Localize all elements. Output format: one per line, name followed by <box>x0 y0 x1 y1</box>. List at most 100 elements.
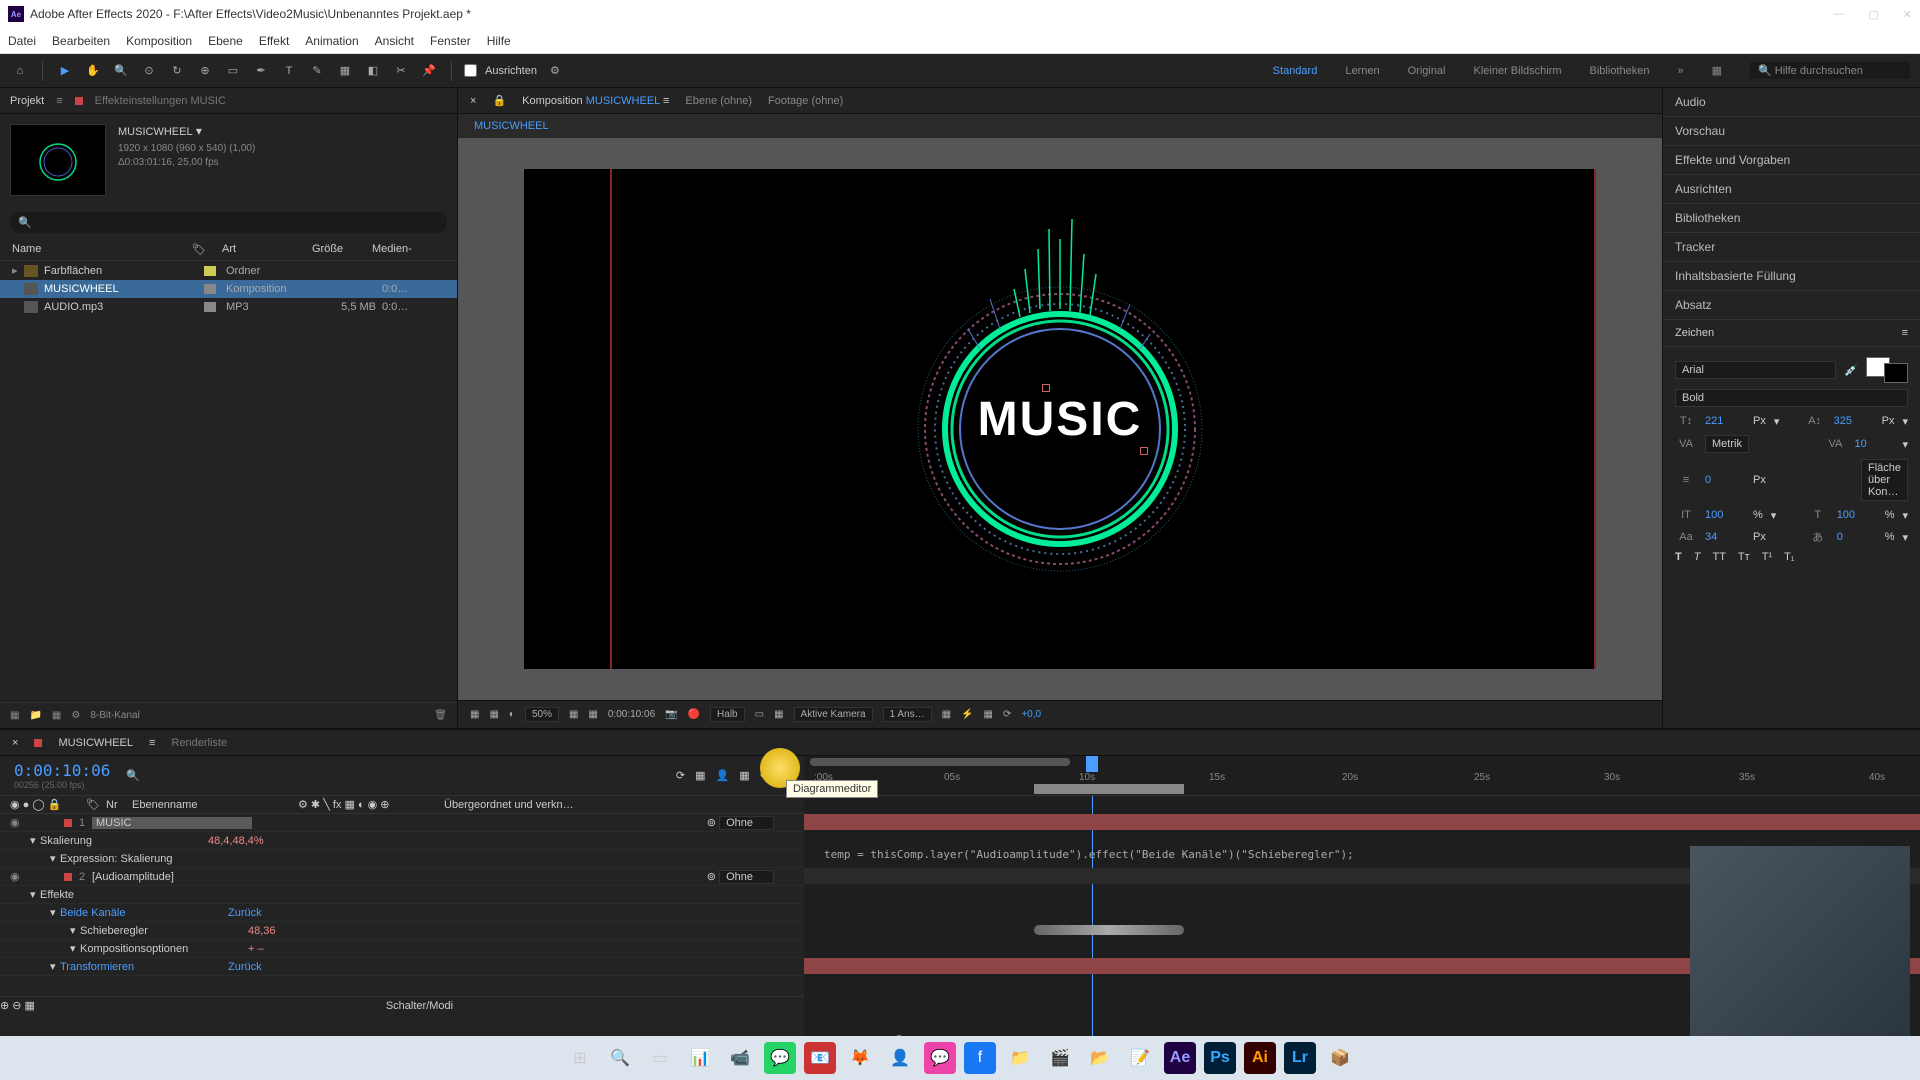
timeline-row[interactable]: ▾Beide KanäleZurück <box>0 904 804 922</box>
project-item[interactable]: MUSICWHEELKomposition0:0… <box>0 280 457 298</box>
panel-audio[interactable]: Audio <box>1663 88 1920 117</box>
grid-icon[interactable]: ▦ <box>569 709 578 720</box>
exposure[interactable]: +0,0 <box>1021 709 1041 720</box>
resolution-dropdown[interactable]: Halb <box>710 707 745 722</box>
stroke-width-input[interactable]: 0 <box>1705 474 1745 486</box>
new-comp-icon[interactable]: ▦ <box>52 710 61 721</box>
pen-tool-icon[interactable]: ✒ <box>251 61 271 81</box>
timeline-row[interactable]: ▾Effekte <box>0 886 804 904</box>
tl-search-icon[interactable]: 🔍 <box>126 769 140 782</box>
res-icon[interactable]: ▦ <box>489 709 498 720</box>
tb-taskview[interactable]: ▭ <box>644 1042 676 1074</box>
camera-dropdown[interactable]: Aktive Kamera <box>794 707 873 722</box>
tab-renderliste[interactable]: Renderliste <box>171 737 227 749</box>
font-family-dropdown[interactable]: Arial <box>1675 361 1836 379</box>
timeline-row[interactable]: ▾Kompositionsoptionen+ – <box>0 940 804 958</box>
panel-ausrichten[interactable]: Ausrichten <box>1663 175 1920 204</box>
tracking-input[interactable]: 10 <box>1854 438 1894 450</box>
project-search-input[interactable]: 🔍 <box>10 212 447 233</box>
tb-illustrator[interactable]: Ai <box>1244 1042 1276 1074</box>
hand-tool-icon[interactable]: ✋ <box>83 61 103 81</box>
timeline-timecode[interactable]: 0:00:10:06 <box>14 761 110 780</box>
timeline-row[interactable]: ▾Skalierung48,4,48,4% <box>0 832 804 850</box>
tl-close-icon[interactable]: × <box>12 737 18 749</box>
panel-zeichen[interactable]: Zeichen <box>1675 327 1714 339</box>
tl-comp-icon[interactable]: ⟳ <box>676 769 685 782</box>
tab-komposition[interactable]: Komposition MUSICWHEEL ≡ <box>522 95 669 107</box>
menu-bearbeiten[interactable]: Bearbeiten <box>52 34 110 48</box>
comp-breadcrumb[interactable]: MUSICWHEEL <box>474 120 549 132</box>
eraser-tool-icon[interactable]: ◧ <box>363 61 383 81</box>
timeline-row[interactable]: ◉2[Audioamplitude]⊚ Ohne <box>0 868 804 886</box>
hscale-input[interactable]: 100 <box>1837 509 1877 521</box>
superscript-icon[interactable]: T¹ <box>1762 551 1772 563</box>
fill-over-stroke-dropdown[interactable]: Fläche über Kon… <box>1861 459 1908 501</box>
trash-icon[interactable]: 🗑 <box>434 710 447 721</box>
transparency-icon[interactable]: ▦ <box>774 709 783 720</box>
timeline-row[interactable]: ▾Expression: Skalierung <box>0 850 804 868</box>
tb-mail[interactable]: 📧 <box>804 1042 836 1074</box>
bold-icon[interactable]: T <box>1675 551 1682 563</box>
orbit-tool-icon[interactable]: ⊙ <box>139 61 159 81</box>
tb-messenger[interactable]: 💬 <box>924 1042 956 1074</box>
workspace-more-icon[interactable]: » <box>1677 65 1683 77</box>
panel-tracker[interactable]: Tracker <box>1663 233 1920 262</box>
alpha-icon[interactable]: ▦ <box>470 709 479 720</box>
col-name[interactable]: Name <box>12 243 192 256</box>
tb-notes[interactable]: 📁 <box>1004 1042 1036 1074</box>
comp-lock-icon[interactable]: 🔒 <box>492 94 506 107</box>
composition-viewer[interactable]: MUSIC <box>458 138 1662 700</box>
eyedropper-icon[interactable]: 💉 <box>1844 364 1858 377</box>
panel-effekte[interactable]: Effekte und Vorgaben <box>1663 146 1920 175</box>
snapshot-icon[interactable]: 📷 <box>665 709 677 720</box>
panel-vorschau[interactable]: Vorschau <box>1663 117 1920 146</box>
tb-start[interactable]: ⊞ <box>564 1042 596 1074</box>
tb-firefox[interactable]: 🦊 <box>844 1042 876 1074</box>
workspace-standard[interactable]: Standard <box>1273 65 1318 77</box>
tb-photoshop[interactable]: Ps <box>1204 1042 1236 1074</box>
panel-absatz[interactable]: Absatz <box>1663 291 1920 320</box>
mask-icon[interactable]: ◐ <box>509 709 515 720</box>
fast-icon[interactable]: ⚡ <box>961 709 973 720</box>
project-item[interactable]: ▸FarbflächenOrdner <box>0 261 457 280</box>
stroke-color-swatch[interactable] <box>1884 363 1908 383</box>
interpret-icon[interactable]: ▦ <box>10 710 19 721</box>
tl-draft3d-icon[interactable]: ▦ <box>695 769 705 782</box>
tb-notepad[interactable]: 📝 <box>1124 1042 1156 1074</box>
workspace-original[interactable]: Original <box>1408 65 1446 77</box>
tb-aftereffects[interactable]: Ae <box>1164 1042 1196 1074</box>
zoom-dropdown[interactable]: 50% <box>525 707 559 722</box>
tb-app1[interactable]: 👤 <box>884 1042 916 1074</box>
timeline-row[interactable]: ▾TransformierenZurück <box>0 958 804 976</box>
settings-icon[interactable]: ⚙ <box>71 710 80 721</box>
workspace-lernen[interactable]: Lernen <box>1345 65 1379 77</box>
stamp-tool-icon[interactable]: ▦ <box>335 61 355 81</box>
tb-lightroom[interactable]: Lr <box>1284 1042 1316 1074</box>
pixel-icon[interactable]: ▦ <box>942 709 951 720</box>
maximize-button[interactable]: ▢ <box>1868 8 1878 21</box>
menu-komposition[interactable]: Komposition <box>126 34 192 48</box>
views-dropdown[interactable]: 1 Ans… <box>883 707 932 722</box>
comp-close-icon[interactable]: × <box>470 95 476 107</box>
tl-frameblend-icon[interactable]: ▦ <box>739 769 749 782</box>
italic-icon[interactable]: T <box>1694 551 1701 563</box>
menu-effekt[interactable]: Effekt <box>259 34 289 48</box>
3d-icon[interactable]: ▦ <box>984 709 993 720</box>
playhead[interactable] <box>1086 756 1098 772</box>
anchor-tool-icon[interactable]: ⊕ <box>195 61 215 81</box>
tb-facebook[interactable]: f <box>964 1042 996 1074</box>
help-search-input[interactable]: 🔍 Hilfe durchsuchen <box>1750 62 1910 79</box>
leading-input[interactable]: 325 <box>1834 415 1874 427</box>
workspace-panel-icon[interactable]: ▦ <box>1712 64 1722 77</box>
tab-ebene[interactable]: Ebene (ohne) <box>685 95 752 107</box>
panel-bibliotheken[interactable]: Bibliotheken <box>1663 204 1920 233</box>
font-weight-dropdown[interactable]: Bold <box>1675 389 1908 407</box>
shape-tool-icon[interactable]: ▭ <box>223 61 243 81</box>
close-button[interactable]: ✕ <box>1903 8 1912 21</box>
zoom-tool-icon[interactable]: 🔍 <box>111 61 131 81</box>
tl-toggle-icon[interactable]: ⊕ ⊖ ▦ <box>0 999 35 1012</box>
col-tag-icon[interactable]: 🏷 <box>192 243 222 256</box>
snap-checkbox[interactable] <box>464 64 477 77</box>
workspace-bibliotheken[interactable]: Bibliotheken <box>1590 65 1650 77</box>
project-item[interactable]: AUDIO.mp3MP35,5 MB0:0… <box>0 298 457 316</box>
